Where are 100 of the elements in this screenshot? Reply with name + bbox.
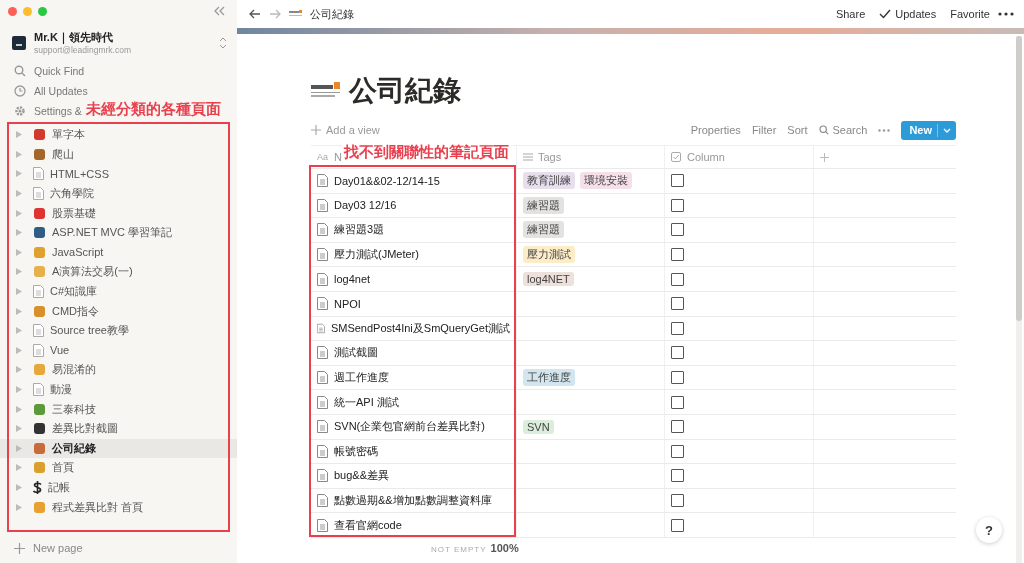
checkbox[interactable] (671, 321, 684, 335)
sidebar-page-item[interactable]: JavaScript (0, 242, 237, 263)
checkbox[interactable] (671, 469, 684, 483)
sidebar-page-item[interactable]: A演算法交易(一) (0, 262, 237, 282)
minimize-window-button[interactable] (23, 6, 32, 16)
tag: log4NET (523, 272, 574, 287)
table-cell[interactable]: log4net (311, 267, 517, 291)
scrollbar-thumb[interactable] (1016, 36, 1022, 321)
expand-triangle-icon[interactable] (16, 386, 22, 393)
table-cell[interactable]: 帳號密碼 (311, 439, 517, 464)
expand-triangle-icon[interactable] (16, 170, 22, 178)
row-title: Day03 12/16 (334, 199, 397, 212)
sidebar-page-item[interactable]: 股票基礎 (0, 203, 237, 223)
sidebar-page-item[interactable]: 易混淆的 (0, 360, 237, 380)
table-cell[interactable]: 練習題3題 (311, 218, 517, 242)
checkbox[interactable] (671, 494, 684, 507)
collapse-sidebar-icon[interactable] (213, 6, 225, 16)
breadcrumb-link[interactable]: 公司紀錄 (310, 6, 354, 22)
table-cell[interactable]: NPOI (311, 291, 517, 316)
zoom-window-button[interactable] (38, 6, 47, 16)
checkbox[interactable] (671, 198, 684, 212)
workspace-switcher[interactable]: Mr.K｜領先時代 support@leadingmrk.com (0, 18, 237, 61)
tag: 教育訓練 (523, 172, 575, 190)
sidebar-page-item[interactable]: 單字本 (0, 125, 237, 145)
expand-triangle-icon[interactable] (16, 268, 22, 276)
table-cell[interactable]: 查看官網code (311, 513, 517, 537)
workspace-email: support@leadingmrk.com (34, 45, 131, 55)
expand-triangle-icon[interactable] (16, 209, 22, 217)
expand-triangle-icon[interactable] (16, 464, 22, 472)
topbar-action-button[interactable]: Favorite (950, 8, 990, 20)
toolbar-button[interactable]: Properties (690, 124, 741, 136)
checkbox[interactable] (671, 371, 684, 385)
table-cell[interactable]: SMSendPost4Ini及SmQueryGet測試 (311, 316, 517, 341)
expand-triangle-icon[interactable] (16, 229, 22, 237)
table-cell[interactable]: 測試截圖 (311, 341, 517, 365)
topbar-action-button[interactable]: Share (835, 8, 866, 20)
checkbox[interactable] (671, 444, 684, 458)
expand-triangle-icon[interactable] (16, 346, 22, 354)
sidebar-page-item[interactable]: 六角學院 (0, 183, 237, 204)
sidebar-page-item[interactable]: HTML+CSS (0, 164, 237, 184)
expand-triangle-icon[interactable] (16, 503, 22, 511)
expand-triangle-icon[interactable] (16, 425, 22, 433)
sidebar-page-item[interactable]: CMD指令 (0, 301, 237, 321)
sidebar-nav-item[interactable]: Settings & (34, 105, 82, 117)
expand-triangle-icon[interactable] (16, 405, 22, 413)
checkbox[interactable] (671, 223, 684, 237)
forward-arrow-icon[interactable] (269, 9, 281, 19)
expand-triangle-icon[interactable] (16, 307, 22, 315)
checkbox[interactable] (671, 518, 684, 532)
table-cell[interactable]: bug&&差異 (311, 464, 517, 488)
table-cell[interactable]: 壓力測試(JMeter) (311, 242, 517, 267)
sidebar-page-item[interactable]: 記帳 (0, 477, 237, 498)
sidebar-page-item[interactable]: Source tree教學 (0, 320, 237, 341)
checkbox[interactable] (671, 174, 684, 188)
expand-triangle-icon[interactable] (16, 248, 22, 256)
close-window-button[interactable] (8, 6, 17, 16)
expand-triangle-icon[interactable] (16, 366, 22, 374)
expand-triangle-icon[interactable] (16, 484, 22, 491)
sidebar-page-item[interactable]: 公司紀錄 (0, 438, 237, 459)
sidebar-page-item[interactable]: C#知識庫 (0, 281, 237, 302)
checkbox[interactable] (671, 272, 684, 286)
sidebar-page-item[interactable]: 程式差異比對 首頁 (0, 497, 237, 517)
expand-triangle-icon[interactable] (16, 131, 22, 139)
sidebar-page-item[interactable]: 三泰科技 (0, 399, 237, 419)
checkbox[interactable] (671, 346, 684, 360)
sidebar-page-item[interactable]: 差異比對截圖 (0, 418, 237, 439)
sidebar-nav-item[interactable]: Quick Find (34, 65, 85, 77)
table-cell[interactable]: 點數過期&&增加點數調整資料庫 (311, 488, 517, 513)
toolbar-button[interactable]: Sort (787, 124, 808, 136)
sidebar-page-item[interactable]: 首頁 (0, 458, 237, 478)
topbar-action-button[interactable]: Updates (879, 8, 937, 20)
checkbox[interactable] (671, 297, 684, 311)
table-cell[interactable]: 週工作進度 (311, 365, 517, 390)
table-cell[interactable]: 統一API 測試 (311, 390, 517, 414)
expand-triangle-icon[interactable] (16, 150, 22, 158)
sidebar-page-item[interactable]: 動漫 (0, 379, 237, 400)
checkbox[interactable] (671, 395, 684, 409)
expand-triangle-icon[interactable] (16, 190, 22, 198)
checkbox[interactable] (671, 420, 684, 434)
expand-triangle-icon[interactable] (16, 444, 22, 452)
checkbox[interactable] (671, 248, 684, 262)
add-column-icon[interactable] (820, 152, 829, 162)
expand-triangle-icon[interactable] (16, 288, 22, 296)
toolbar-button[interactable]: Search (818, 124, 868, 136)
sidebar-page-item[interactable]: 爬山 (0, 144, 237, 165)
table-cell[interactable]: Day03 12/16 (311, 193, 517, 218)
calculation-value: 100% (490, 541, 519, 554)
more-icon[interactable] (998, 12, 1014, 16)
table-cell[interactable]: SVN(企業包官網前台差異比對) (311, 414, 517, 439)
sidebar-page-item[interactable]: Vue (0, 340, 237, 361)
expand-triangle-icon[interactable] (16, 327, 22, 335)
clock-icon (14, 85, 26, 97)
help-button[interactable]: ? (976, 517, 1002, 543)
sidebar-nav-item[interactable]: All Updates (34, 85, 88, 97)
page-icon (317, 297, 328, 311)
list-icon (523, 153, 533, 161)
sidebar-page-item[interactable]: ASP.NET MVC 學習筆記 (0, 222, 237, 243)
back-arrow-icon[interactable] (249, 9, 261, 19)
table-cell[interactable]: Day01&&02-12/14-15 (311, 169, 517, 193)
toolbar-button[interactable]: Filter (751, 124, 777, 136)
